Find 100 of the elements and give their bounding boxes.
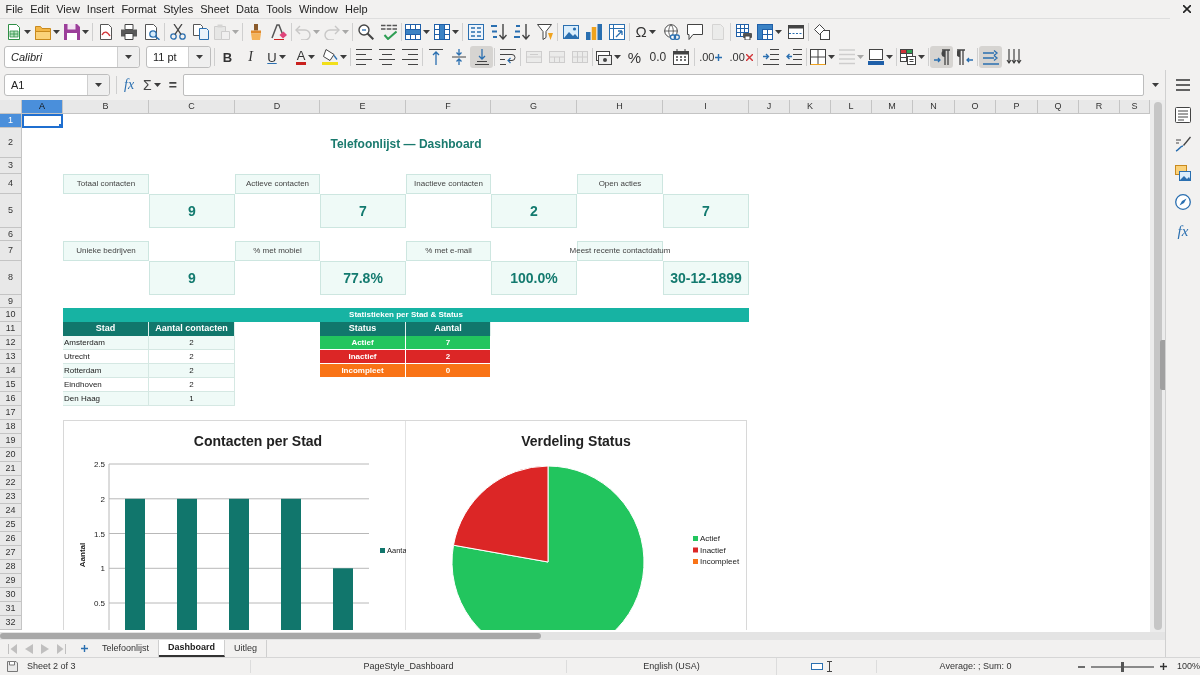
- column-header[interactable]: O: [955, 100, 996, 114]
- horizontal-scrollbar[interactable]: [0, 632, 1165, 640]
- row-header[interactable]: 26: [0, 532, 22, 546]
- compass-icon: [1175, 194, 1191, 210]
- row-header[interactable]: 21: [0, 462, 22, 476]
- column-header[interactable]: P: [996, 100, 1038, 114]
- row-header[interactable]: 2: [0, 128, 22, 158]
- row-header[interactable]: 11: [0, 322, 22, 336]
- align-bottom-button[interactable]: [470, 46, 493, 68]
- percent-format-button[interactable]: %: [623, 46, 646, 68]
- row-header[interactable]: 10: [0, 308, 22, 322]
- menu-item[interactable]: Styles: [159, 1, 197, 17]
- formula-input-field[interactable]: [182, 74, 1144, 96]
- dropdown-button[interactable]: [117, 47, 139, 67]
- sidebar-handle[interactable]: [1160, 340, 1165, 390]
- highlight-button[interactable]: [320, 46, 349, 68]
- menu-item[interactable]: Tools: [262, 1, 296, 17]
- column-header[interactable]: L: [831, 100, 872, 114]
- row-header[interactable]: 5: [0, 194, 22, 228]
- menu-item[interactable]: Insert: [83, 1, 118, 17]
- borders-button[interactable]: [808, 46, 838, 68]
- function-wizard-button[interactable]: fx: [121, 74, 138, 96]
- column-header[interactable]: E: [320, 100, 406, 114]
- row-header[interactable]: 32: [0, 616, 22, 630]
- sheet-tab[interactable]: Uitleg: [225, 640, 268, 657]
- column-header[interactable]: N: [913, 100, 955, 114]
- row-header[interactable]: 25: [0, 518, 22, 532]
- column-header[interactable]: G: [491, 100, 577, 114]
- conditional-format-button[interactable]: [898, 46, 928, 68]
- row-header[interactable]: 7: [0, 241, 22, 261]
- row-header[interactable]: 8: [0, 261, 22, 295]
- caret-icon: [196, 55, 203, 59]
- column-header[interactable]: F: [406, 100, 491, 114]
- row-header[interactable]: 24: [0, 504, 22, 518]
- row-header[interactable]: 12: [0, 336, 22, 350]
- row-header[interactable]: 22: [0, 476, 22, 490]
- column-header[interactable]: C: [149, 100, 235, 114]
- scrollbar-thumb[interactable]: [0, 633, 541, 639]
- menu-item[interactable]: View: [52, 1, 84, 17]
- column-header[interactable]: B: [63, 100, 149, 114]
- column-header[interactable]: S: [1120, 100, 1150, 114]
- column-header[interactable]: R: [1079, 100, 1120, 114]
- column-header[interactable]: J: [749, 100, 790, 114]
- section-banner: Statistieken per Stad & Status: [63, 308, 749, 322]
- row-header[interactable]: 23: [0, 490, 22, 504]
- row-header[interactable]: 6: [0, 228, 22, 241]
- row-header[interactable]: 27: [0, 546, 22, 560]
- formula-button[interactable]: =: [166, 74, 179, 96]
- menu-item[interactable]: Edit: [26, 1, 53, 17]
- menu-item[interactable]: File: [2, 1, 27, 17]
- column-header[interactable]: K: [790, 100, 831, 114]
- column-header[interactable]: Q: [1038, 100, 1079, 114]
- border-color-button[interactable]: [866, 46, 896, 68]
- bold-button[interactable]: B: [216, 46, 239, 68]
- special-character-button[interactable]: Ω: [631, 20, 660, 43]
- column-header[interactable]: I: [663, 100, 749, 114]
- row-header[interactable]: 19: [0, 434, 22, 448]
- column-header[interactable]: A: [22, 100, 63, 114]
- functions-button[interactable]: fx: [1170, 220, 1196, 242]
- font-color-button[interactable]: A: [291, 46, 320, 68]
- italic-button[interactable]: I: [239, 46, 262, 68]
- font-size-field[interactable]: 11 pt: [146, 46, 211, 68]
- column-header[interactable]: D: [235, 100, 320, 114]
- name-box[interactable]: A1: [4, 74, 110, 96]
- slider-thumb[interactable]: [1121, 661, 1124, 672]
- column-header[interactable]: H: [577, 100, 663, 114]
- menu-item[interactable]: Format: [117, 1, 160, 17]
- row-header[interactable]: 9: [0, 295, 22, 308]
- row-header[interactable]: 13: [0, 350, 22, 364]
- table-cell: Utrecht: [63, 350, 149, 364]
- underline-button[interactable]: U: [262, 46, 291, 68]
- row-header[interactable]: 3: [0, 158, 22, 174]
- number-format-button[interactable]: 0.0: [646, 46, 670, 68]
- row-header[interactable]: 14: [0, 364, 22, 378]
- row-header[interactable]: 30: [0, 588, 22, 602]
- row-header[interactable]: 16: [0, 392, 22, 406]
- dropdown-button[interactable]: [87, 75, 109, 95]
- font-name-field[interactable]: Calibri: [4, 46, 140, 68]
- menu-item[interactable]: Sheet: [196, 1, 233, 17]
- menu-item[interactable]: Data: [232, 1, 263, 17]
- dropdown-button[interactable]: [188, 47, 210, 67]
- row-header[interactable]: 4: [0, 174, 22, 194]
- delete-decimal-button[interactable]: .00: [726, 46, 757, 68]
- row-header[interactable]: 17: [0, 406, 22, 420]
- sum-button[interactable]: Σ: [141, 74, 163, 96]
- align-center-icon: [378, 49, 395, 65]
- add-decimal-button[interactable]: .00: [695, 46, 726, 68]
- row-header[interactable]: 28: [0, 560, 22, 574]
- menu-item[interactable]: Help: [341, 1, 372, 17]
- row-header[interactable]: 20: [0, 448, 22, 462]
- kpi-label: Open acties: [598, 180, 642, 188]
- menu-item[interactable]: Window: [295, 1, 342, 17]
- row-header[interactable]: 18: [0, 420, 22, 434]
- row-header[interactable]: 29: [0, 574, 22, 588]
- left-to-right-button[interactable]: [930, 46, 954, 68]
- sheet-tab[interactable]: Dashboard: [159, 640, 226, 657]
- column-header[interactable]: M: [872, 100, 913, 114]
- row-header[interactable]: 15: [0, 378, 22, 392]
- row-header[interactable]: 31: [0, 602, 22, 616]
- zoom-in-button[interactable]: [1157, 660, 1169, 673]
